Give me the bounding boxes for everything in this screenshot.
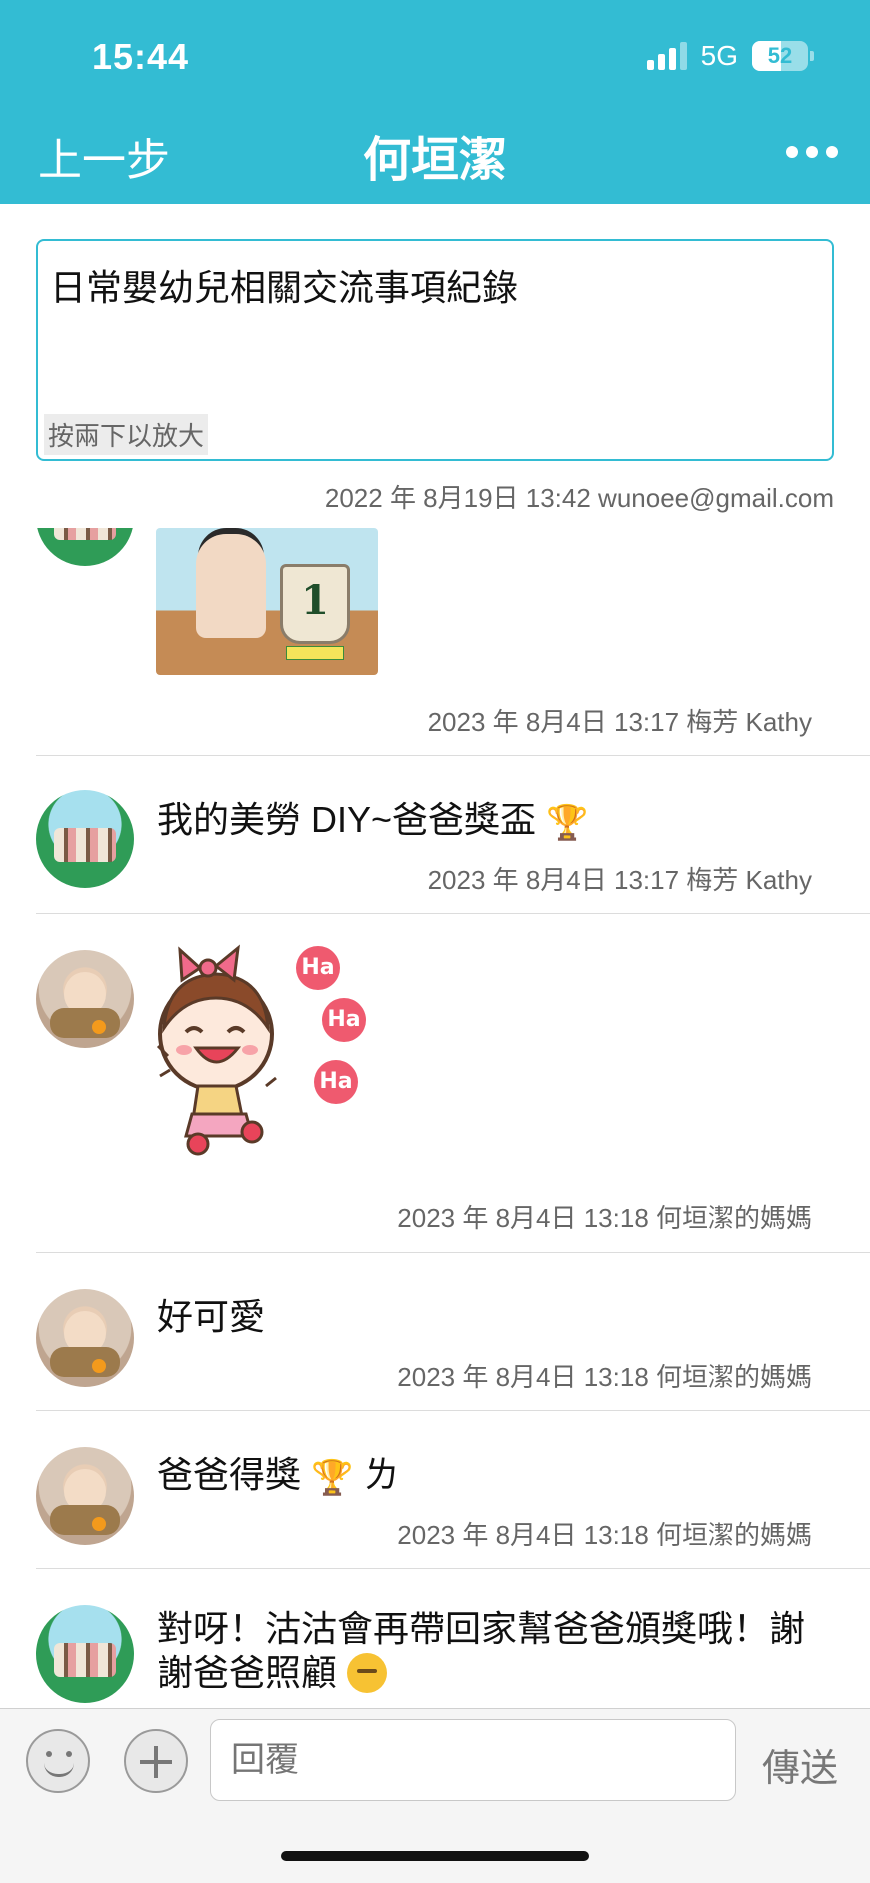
network-label: 5G bbox=[700, 40, 738, 71]
message-meta: 2023 年 8月4日 13:17 梅芳 Kathy bbox=[427, 865, 812, 895]
list-item: 對呀！沽沽會再帶回家幫爸爸頒獎哦！謝 謝爸爸照顧 bbox=[0, 1569, 870, 1708]
message-text-content: 我的美勞 DIY~爸爸獎盃 bbox=[157, 799, 537, 840]
reply-input[interactable] bbox=[210, 1719, 736, 1801]
plus-icon[interactable] bbox=[124, 1729, 188, 1793]
signal-icon bbox=[646, 42, 687, 70]
laughing-girl-sticker[interactable]: Ha Ha Ha bbox=[156, 936, 376, 1156]
list-item: 爸爸得獎 🏆 ㄌ 2023 年 8月4日 13:18 何垣潔的媽媽 bbox=[0, 1411, 870, 1569]
list-item: 我的美勞 DIY~爸爸獎盃 🏆 2023 年 8月4日 13:17 梅芳 Kat… bbox=[0, 756, 870, 914]
message-text-end: ㄌ bbox=[363, 1454, 400, 1495]
top-bar: 15:44 5G 52 上一步 何垣潔 bbox=[0, 0, 870, 204]
message-meta: 2023 年 8月4日 13:18 何垣潔的媽媽 bbox=[397, 1520, 812, 1550]
avatar[interactable] bbox=[36, 950, 134, 1048]
message-text: 爸爸得獎 🏆 ㄌ bbox=[157, 1453, 399, 1500]
more-icon[interactable] bbox=[786, 146, 838, 158]
ha-bubble: Ha bbox=[314, 1060, 358, 1104]
avatar[interactable] bbox=[36, 528, 134, 566]
message-meta: 2023 年 8月4日 13:18 何垣潔的媽媽 bbox=[397, 1362, 812, 1392]
ha-bubble: Ha bbox=[296, 946, 340, 990]
status-indicators: 5G 52 bbox=[646, 40, 814, 72]
status-time: 15:44 bbox=[92, 36, 190, 77]
message-text-line2-content: 謝爸爸照顧 bbox=[157, 1652, 338, 1693]
zoom-hint: 按兩下以放大 bbox=[44, 414, 209, 455]
avatar[interactable] bbox=[36, 1447, 134, 1545]
ha-bubble: Ha bbox=[322, 998, 366, 1042]
message-meta: 2023 年 8月4日 13:17 梅芳 Kathy bbox=[427, 707, 812, 737]
battery-percent: 52 bbox=[767, 43, 793, 68]
avatar[interactable] bbox=[36, 1289, 134, 1387]
description-text: 日常嬰幼兒相關交流事項紀錄 bbox=[50, 267, 519, 308]
message-text: 對呀！沽沽會再帶回家幫爸爸頒獎哦！謝 謝爸爸照顧 bbox=[157, 1607, 837, 1695]
message-photo[interactable]: 1 bbox=[156, 528, 378, 675]
reply-bar: 傳送 bbox=[0, 1708, 870, 1883]
message-text: 我的美勞 DIY~爸爸獎盃 🏆 bbox=[157, 798, 588, 845]
sticker-drawing bbox=[156, 944, 277, 1156]
kiss-emoji-icon bbox=[347, 1653, 388, 1693]
trophy-icon: 🏆 bbox=[546, 804, 589, 842]
message-text-line2: 謝爸爸照顧 bbox=[157, 1651, 837, 1695]
battery-icon: 52 bbox=[752, 41, 808, 71]
message-meta: 2023 年 8月4日 13:18 何垣潔的媽媽 bbox=[397, 1203, 812, 1233]
avatar[interactable] bbox=[36, 1605, 134, 1703]
list-item: Ha Ha Ha 2023 年 8月4日 13:18 何垣潔的媽媽 bbox=[0, 914, 870, 1253]
list-item: 好可愛 2023 年 8月4日 13:18 何垣潔的媽媽 bbox=[0, 1253, 870, 1411]
message-text-start: 爸爸得獎 bbox=[157, 1454, 302, 1495]
message-list[interactable]: 1 2023 年 8月4日 13:17 梅芳 Kathy 我的美勞 DIY~爸爸… bbox=[0, 528, 870, 1708]
list-item: 1 2023 年 8月4日 13:17 梅芳 Kathy bbox=[0, 528, 870, 757]
trophy-number: 1 bbox=[301, 577, 329, 624]
page-title: 何垣潔 bbox=[362, 134, 507, 187]
avatar[interactable] bbox=[36, 790, 134, 888]
description-meta: 2022 年 8月19日 13:42 wunoee@gmail.com bbox=[324, 483, 834, 513]
message-text: 好可愛 bbox=[157, 1296, 266, 1337]
battery-tip bbox=[810, 51, 814, 61]
message-text-line1: 對呀！沽沽會再帶回家幫爸爸頒獎哦！謝 bbox=[157, 1608, 806, 1649]
send-button[interactable]: 傳送 bbox=[762, 1737, 838, 1792]
description-box[interactable]: 日常嬰幼兒相關交流事項紀錄 按兩下以放大 bbox=[36, 239, 834, 461]
trophy-icon: 🏆 bbox=[311, 1459, 354, 1497]
home-indicator[interactable] bbox=[281, 1851, 589, 1861]
smiley-icon[interactable] bbox=[26, 1729, 90, 1793]
